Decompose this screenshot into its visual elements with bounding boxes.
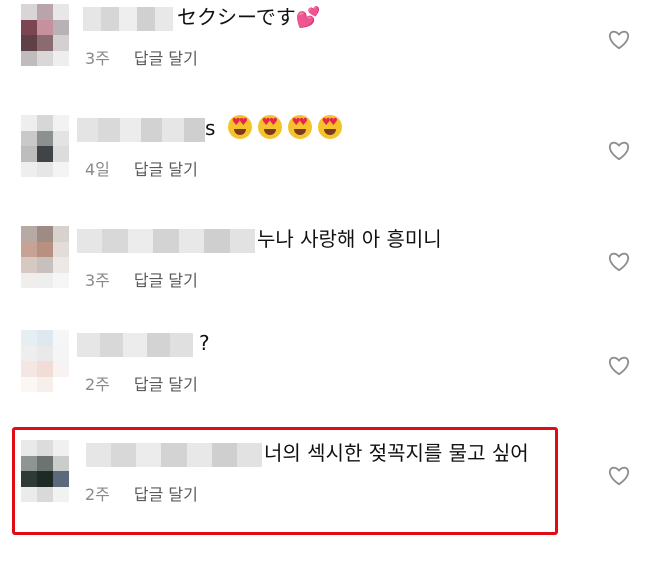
comment-text: 너의 섹시한 젖꼭지를 물고 싶어 [264, 441, 529, 465]
reply-button[interactable]: 답글 달기 [134, 45, 198, 69]
comment-time: 2주 [85, 375, 110, 394]
comment-item: 누나 사랑해 아 흥미니 3주 답글 달기 [0, 222, 650, 328]
comment-item: 너의 섹시한 젖꼭지를 물고 싶어 2주 답글 달기 [0, 436, 650, 542]
avatar[interactable] [21, 115, 69, 177]
heart-outline-icon[interactable] [608, 252, 630, 272]
comment-time: 3주 [85, 49, 110, 68]
reply-button[interactable]: 답글 달기 [134, 481, 198, 505]
blurred-username[interactable] [86, 443, 262, 467]
comment-time: 4일 [85, 160, 110, 179]
heart-outline-icon[interactable] [608, 356, 630, 376]
heart-eyes-emoji-icon [227, 115, 252, 139]
reply-button[interactable]: 답글 달기 [134, 371, 198, 395]
comment-time: 3주 [85, 271, 110, 290]
comment-item: ? 2주 답글 달기 [0, 326, 650, 432]
comment-text: セクシーです💕 [177, 5, 321, 29]
heart-outline-icon[interactable] [608, 30, 630, 50]
avatar[interactable] [21, 226, 69, 288]
reply-button[interactable]: 답글 달기 [134, 267, 198, 291]
heart-eyes-emoji-icon [257, 115, 282, 139]
avatar[interactable] [21, 440, 69, 502]
blurred-username[interactable] [77, 118, 205, 142]
heart-outline-icon[interactable] [608, 466, 630, 486]
blurred-username[interactable] [77, 333, 194, 357]
heart-eyes-emoji-icon [287, 115, 312, 139]
reply-button[interactable]: 답글 달기 [134, 156, 198, 180]
avatar[interactable] [21, 4, 69, 66]
avatar[interactable] [21, 330, 69, 392]
comment-text: s [205, 115, 342, 141]
comment-text: 누나 사랑해 아 흥미니 [257, 227, 442, 251]
heart-outline-icon[interactable] [608, 141, 630, 161]
two-hearts-emoji-icon: 💕 [295, 5, 321, 29]
comment-item: s 4일 답글 달기 [0, 111, 650, 217]
blurred-username[interactable] [83, 7, 173, 31]
comment-item: セクシーです💕 3주 답글 달기 [0, 0, 650, 106]
comment-time: 2주 [85, 485, 110, 504]
heart-eyes-emoji-icon [317, 115, 342, 139]
comment-text: ? [199, 331, 210, 355]
blurred-username[interactable] [77, 229, 255, 253]
